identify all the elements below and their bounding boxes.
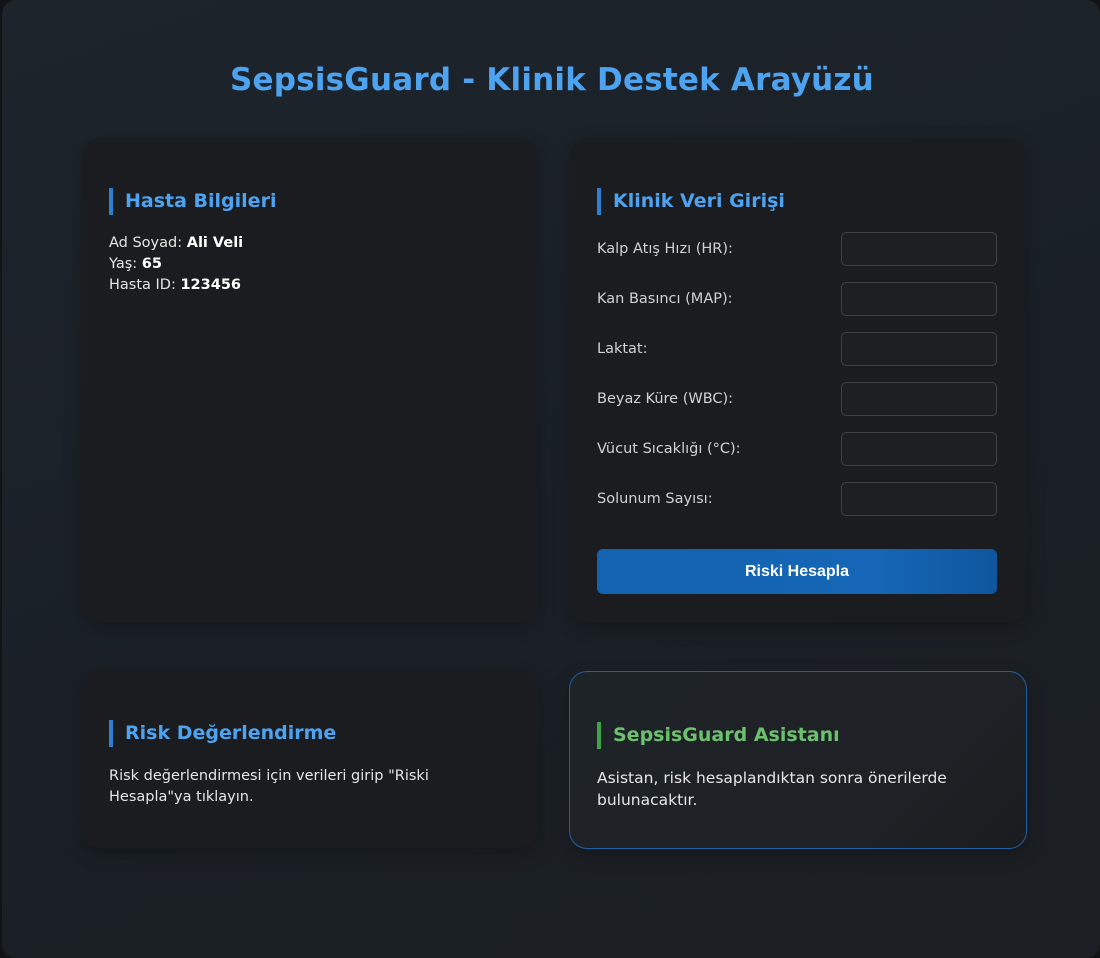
risk-assessment-card: Risk Değerlendirme Risk değerlendirmesi … [82, 670, 538, 848]
lactate-input[interactable] [841, 332, 997, 366]
patient-name-row: Ad Soyad: Ali Veli [109, 233, 243, 254]
blood-pressure-label: Kan Basıncı (MAP): [597, 291, 733, 307]
respiratory-rate-label: Solunum Sayısı: [597, 491, 713, 507]
wbc-label: Beyaz Küre (WBC): [597, 391, 734, 407]
patient-id-value: 123456 [180, 277, 242, 293]
patient-info-card: Hasta Bilgileri Ad Soyad: Ali Veli Yaş: … [82, 138, 538, 622]
heart-rate-input[interactable] [841, 232, 997, 266]
patient-age-label: Yaş: [109, 256, 138, 272]
patient-name-label: Ad Soyad: [109, 235, 183, 251]
patient-id-row: Hasta ID: 123456 [109, 275, 241, 296]
respiratory-rate-input[interactable] [841, 482, 997, 516]
clinical-data-title: Klinik Veri Girişi [597, 188, 785, 215]
risk-assessment-text: Risk değerlendirmesi için verileri girip… [109, 768, 429, 805]
page-title: SepsisGuard - Klinik Destek Arayüzü [230, 62, 874, 98]
blood-pressure-input[interactable] [841, 282, 997, 316]
assistant-text: Asistan, risk hesaplandıktan sonra öneri… [597, 769, 947, 809]
wbc-input[interactable] [841, 382, 997, 416]
body-temperature-input[interactable] [841, 432, 997, 466]
clinical-data-card: Klinik Veri Girişi Kalp Atış Hızı (HR): … [570, 138, 1026, 622]
heart-rate-label: Kalp Atış Hızı (HR): [597, 241, 733, 257]
app-window: SepsisGuard - Klinik Destek Arayüzü Hast… [2, 0, 1100, 958]
assistant-card: SepsisGuard Asistanı Asistan, risk hesap… [569, 671, 1027, 849]
patient-name-value: Ali Veli [186, 235, 244, 251]
patient-age-row: Yaş: 65 [109, 254, 162, 275]
body-temperature-label: Vücut Sıcaklığı (°C): [597, 441, 741, 457]
lactate-label: Laktat: [597, 341, 648, 357]
assistant-title: SepsisGuard Asistanı [597, 722, 840, 749]
patient-id-label: Hasta ID: [109, 277, 176, 293]
patient-age-value: 65 [141, 256, 162, 272]
calculate-risk-button[interactable]: Riski Hesapla [597, 549, 997, 594]
patient-info-title: Hasta Bilgileri [109, 188, 276, 215]
risk-assessment-title: Risk Değerlendirme [109, 720, 336, 747]
